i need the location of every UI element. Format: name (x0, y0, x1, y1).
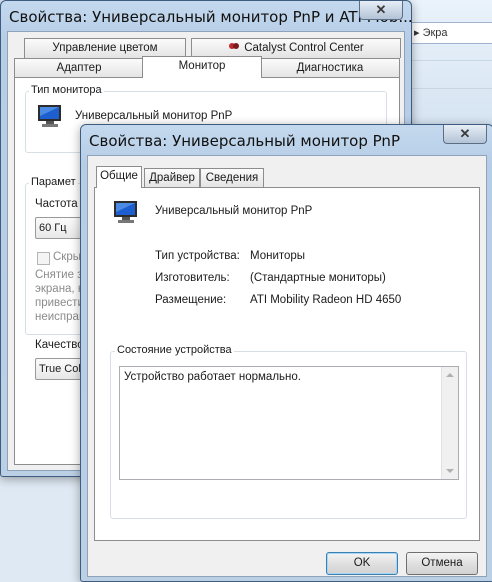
device-type-value: Мониторы (250, 250, 306, 262)
background-divider (405, 60, 492, 61)
hint-line: экрана, н (35, 283, 85, 295)
monitor-icon (114, 201, 137, 223)
device-type-label: Тип устройства: (155, 250, 240, 262)
status-scrollbar[interactable] (441, 367, 458, 479)
hint-line: неисправ (35, 311, 86, 323)
tab-catalyst-control-center[interactable]: Catalyst Control Center (191, 38, 401, 58)
device-name: Универсальный монитор PnP (155, 205, 313, 217)
pnp-monitor-properties-window: Свойства: Универсальный монитор PnP ✕ Об… (80, 124, 492, 582)
hide-modes-checkbox[interactable] (37, 252, 50, 265)
general-tab-panel: Универсальный монитор PnP Тип устройства… (94, 187, 480, 541)
tab-driver[interactable]: Драйвер (144, 168, 200, 188)
scroll-up-icon[interactable] (446, 373, 454, 377)
monitor-params-group-title: Парамет (29, 176, 78, 188)
location-label: Размещение: (155, 294, 227, 306)
tab-details[interactable]: Сведения (200, 168, 264, 188)
location-value: ATI Mobility Radeon HD 4650 (250, 294, 402, 306)
tab-monitor[interactable]: Монитор (142, 56, 262, 78)
window-title: Свойства: Универсальный монитор PnP и AT… (9, 8, 413, 26)
device-status-textbox[interactable]: Устройство работает нормально. (119, 366, 459, 480)
tab-color-management[interactable]: Управление цветом (24, 38, 186, 58)
hide-modes-label: Скры (53, 251, 81, 263)
device-status-group-title: Состояние устройства (115, 344, 234, 356)
close-button[interactable]: ✕ (443, 125, 487, 144)
catalyst-icon (228, 40, 240, 51)
color-quality-label: Качество (35, 339, 84, 351)
hint-line: Снятие з (35, 269, 83, 281)
frequency-label: Частота (35, 198, 78, 210)
window-client-area: Общие Драйвер Сведения Универсальный мон… (87, 155, 487, 577)
tab-label: Catalyst Control Center (244, 42, 364, 54)
device-status-text: Устройство работает нормально. (124, 371, 301, 383)
monitor-name: Универсальный монитор PnP (75, 110, 233, 122)
tab-adapter[interactable]: Адаптер (14, 58, 144, 78)
scroll-down-icon[interactable] (446, 469, 454, 473)
monitor-type-group-title: Тип монитора (29, 84, 104, 96)
hint-line: привести (35, 297, 84, 309)
manufacturer-label: Изготовитель: (155, 272, 230, 284)
cancel-button[interactable]: Отмена (406, 552, 478, 575)
background-breadcrumb[interactable]: ▸ Экра (409, 22, 492, 44)
tab-general[interactable]: Общие (96, 166, 142, 188)
window-title: Свойства: Универсальный монитор PnP (89, 132, 400, 150)
monitor-icon (38, 105, 61, 127)
ok-button[interactable]: OK (326, 552, 398, 575)
background-divider (405, 88, 492, 89)
manufacturer-value: (Стандартные мониторы) (250, 272, 386, 284)
close-button[interactable]: ✕ (359, 1, 403, 20)
tab-diagnostics[interactable]: Диагностика (260, 58, 400, 78)
